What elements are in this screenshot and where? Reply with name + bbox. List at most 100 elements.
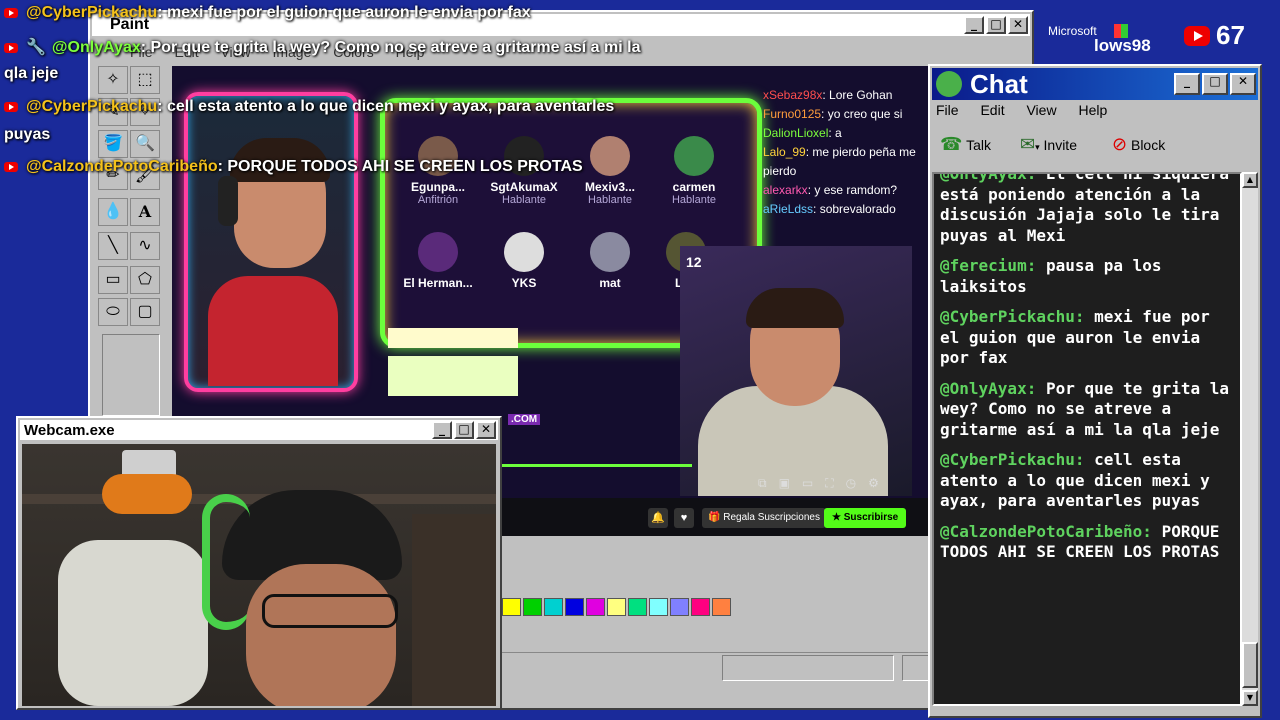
speaker-name: Mexiv3... [584,180,636,194]
menu-edit[interactable]: Edit [980,102,1004,118]
curve-tool-icon[interactable]: ∿ [130,232,160,260]
cast-icon[interactable]: ▣ [779,476,790,491]
speaker-card[interactable]: carmen Hablante [656,136,732,206]
message-nick: @OnlyAyax: [940,172,1037,183]
color-swatch[interactable] [628,598,647,616]
theater-icon[interactable]: ▭ [802,476,813,491]
rect-select-tool-icon[interactable]: ⬚ [130,66,160,94]
play-triangle-icon [1194,31,1203,41]
minimize-button[interactable]: _ [432,421,452,439]
chat-menu-bar: File Edit View Help [936,102,1125,118]
color-swatch[interactable] [544,598,563,616]
message-nick: @OnlyAyax: [940,378,1037,398]
minimize-button[interactable]: _ [1174,73,1200,95]
color-swatch[interactable] [565,598,584,616]
speaker-role: Hablante [501,194,547,206]
rounded-rect-tool-icon[interactable]: ▢ [130,298,160,326]
speaker-card[interactable]: mat [572,232,648,290]
green-headset [202,494,250,630]
avatar [590,136,630,176]
speaker-name: carmen [672,180,716,194]
subscribe-label: Suscribirse [843,512,899,523]
speaker-role: Anfitrión [417,194,459,206]
invite-button[interactable]: ✉▾ Invite [1020,134,1077,155]
webcam-window-controls: _ □ ✕ [432,421,496,439]
close-button[interactable]: ✕ [1008,16,1028,34]
speed-icon[interactable]: ◷ [846,476,856,491]
magnifier-tool-icon[interactable]: 🔍 [130,130,160,158]
color-swatch[interactable] [691,598,710,616]
talk-button[interactable]: ☎ Talk [940,134,991,155]
polygon-tool-icon[interactable]: ⬠ [130,266,160,294]
color-swatch[interactable] [523,598,542,616]
menu-help[interactable]: Help [1078,102,1107,118]
webcam-feed [22,444,496,706]
chat-message: @ferecium: pausa pa los laiksitos [940,256,1232,297]
canvas-bottom-area [502,536,928,584]
picker-tool-icon[interactable]: 🪣 [98,130,128,158]
scroll-up-arrow-icon[interactable]: ▲ [1242,172,1258,188]
rectangle-tool-icon[interactable]: ▭ [98,266,128,294]
close-button[interactable]: ✕ [476,421,496,439]
speaker-card[interactable]: El Herman... [400,232,476,290]
color-swatch[interactable] [649,598,668,616]
speaker-card[interactable]: Mexiv3... Hablante [572,136,648,206]
ellipse-tool-icon[interactable]: ⬭ [98,298,128,326]
color-swatch[interactable] [712,598,731,616]
heart-follow-button[interactable]: ♥ [674,508,694,528]
chat-messages-area: @OnlyAyax: El cell ni siquiera está poni… [932,172,1242,706]
avatar [504,232,544,272]
speaker-name: Egunpa... [411,180,465,194]
fullscreen-icon[interactable]: ⛶ [825,476,833,491]
settings-gear-icon[interactable]: ⚙ [868,476,879,491]
speaker-name: mat [599,276,621,290]
menu-view[interactable]: View [1026,102,1056,118]
youtube-icon [4,7,18,18]
tool-options-box[interactable] [102,334,160,416]
chat-toolbar: ☎ Talk ✉▾ Invite ⊘ Block [936,130,1256,162]
maximize-button[interactable]: □ [454,421,474,439]
free-select-tool-icon[interactable]: ✧ [98,66,128,94]
text-tool-icon[interactable]: A [130,198,160,226]
message-nick: @CyberPickachu: [940,307,1085,326]
notification-bell-button[interactable]: 🔔 [648,508,668,528]
picture-in-picture-icon[interactable]: ⧉ [758,476,767,491]
color-swatch[interactable] [670,598,689,616]
guest-cam: 12 [680,246,912,496]
maximize-button[interactable]: □ [986,16,1006,34]
block-button[interactable]: ⊘ Block [1112,134,1165,155]
close-button[interactable]: ✕ [1230,73,1256,95]
chat-note [388,356,518,396]
minimize-button[interactable]: _ [964,16,984,34]
line-tool-icon[interactable]: ╲ [98,232,128,260]
viewer-count: 67 [1216,20,1245,50]
airbrush-tool-icon[interactable]: 💧 [98,198,128,226]
overlay-chat-line-cont: qla jeje [4,65,59,82]
bookshelf [412,514,496,706]
scroll-down-arrow-icon[interactable]: ▼ [1242,690,1258,706]
speaker-card[interactable]: YKS [486,232,562,290]
speaker-role: Hablante [671,194,717,206]
chat-message: @CyberPickachu: cell esta atento a lo qu… [940,450,1232,512]
chair-back [58,540,208,706]
webcam-title: Webcam.exe [24,421,115,439]
scroll-thumb[interactable] [1242,642,1258,688]
menu-file[interactable]: File [936,102,959,118]
webcam-titlebar[interactable]: Webcam.exe [20,420,498,440]
color-swatch[interactable] [586,598,605,616]
color-swatch[interactable] [502,598,521,616]
speaker-name: SgtAkumaX [490,180,558,194]
color-swatch[interactable] [607,598,626,616]
talk-icon: ☎ [940,134,963,154]
avatar [674,136,714,176]
wrench-icon: 🔧 [26,39,46,56]
subscribe-button[interactable]: ★ Suscribirse [824,508,907,528]
gift-subs-button[interactable]: 🎁 Regala Suscripciones [702,508,826,528]
maximize-button[interactable]: □ [1202,73,1228,95]
chat-scrollbar[interactable]: ▲ ▼ [1242,172,1258,706]
youtube-icon [4,42,18,53]
side-chat-line: DalionLioxel: a [763,126,842,140]
invite-label: Invite [1043,137,1077,153]
side-chat-line: aRieLdss: sobrevalorado [763,202,896,216]
avatar [418,232,458,272]
